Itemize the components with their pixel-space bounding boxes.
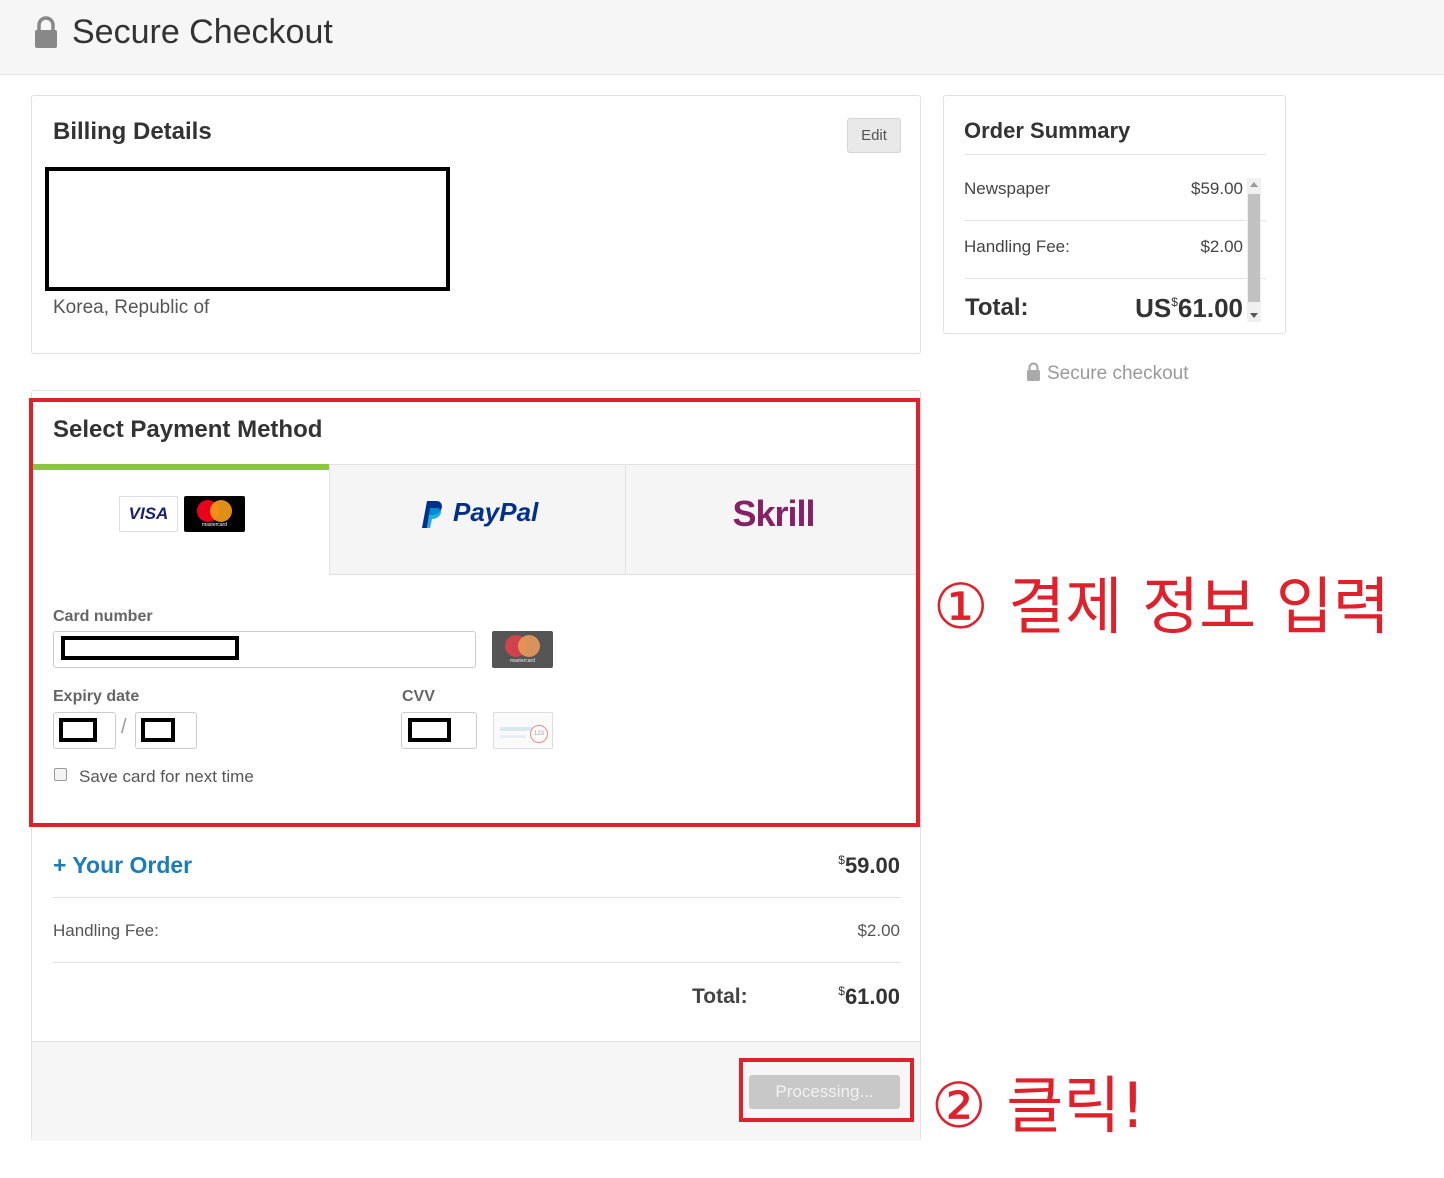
redacted-address <box>45 167 450 291</box>
total-label: Total: <box>692 985 748 1008</box>
lock-icon <box>34 16 58 53</box>
summary-item-value: $2.00 <box>1200 237 1243 256</box>
your-order-amount: $59.00 <box>838 853 900 878</box>
divider <box>964 220 1266 221</box>
edit-button[interactable]: Edit <box>847 118 901 153</box>
annotation-box-payment-info <box>29 398 920 827</box>
order-summary-title: Order Summary <box>964 118 1131 143</box>
annotation-step2-text: ② 클릭! <box>931 1069 1146 1142</box>
divider <box>964 278 1266 279</box>
summary-item-label: Handling Fee: <box>964 237 1070 256</box>
summary-total-label: Total: <box>965 294 1029 321</box>
page-title: Secure Checkout <box>72 13 333 51</box>
divider <box>964 154 1266 155</box>
your-order-toggle[interactable]: + Your Order <box>53 852 192 879</box>
handling-fee-label: Handling Fee: <box>53 921 159 940</box>
summary-item-label: Newspaper <box>964 179 1050 198</box>
summary-item-value: $59.00 <box>1191 179 1243 198</box>
scroll-thumb[interactable] <box>1248 194 1260 302</box>
handling-fee-value: $2.00 <box>857 921 900 940</box>
top-bar: Secure Checkout <box>0 0 1444 75</box>
total-amount: $61.00 <box>838 984 900 1009</box>
scroll-up-icon[interactable] <box>1250 182 1258 187</box>
summary-total-amount: US$61.00 <box>1135 293 1243 323</box>
summary-scrollbar[interactable] <box>1247 178 1261 322</box>
divider <box>53 897 901 898</box>
divider <box>53 962 901 963</box>
billing-title: Billing Details <box>53 118 212 145</box>
billing-country: Korea, Republic of <box>53 297 210 318</box>
order-summary-panel: Order Summary Newspaper $59.00 Handling … <box>943 95 1286 334</box>
lock-icon <box>1026 362 1041 387</box>
annotation-box-click <box>739 1058 914 1122</box>
secure-checkout-note: Secure checkout <box>1026 362 1189 387</box>
scroll-down-icon[interactable] <box>1250 313 1258 318</box>
annotation-step1-text: ① 결제 정보 입력 <box>933 570 1390 643</box>
billing-details-panel: Billing Details Edit Korea, Republic of <box>31 95 921 354</box>
